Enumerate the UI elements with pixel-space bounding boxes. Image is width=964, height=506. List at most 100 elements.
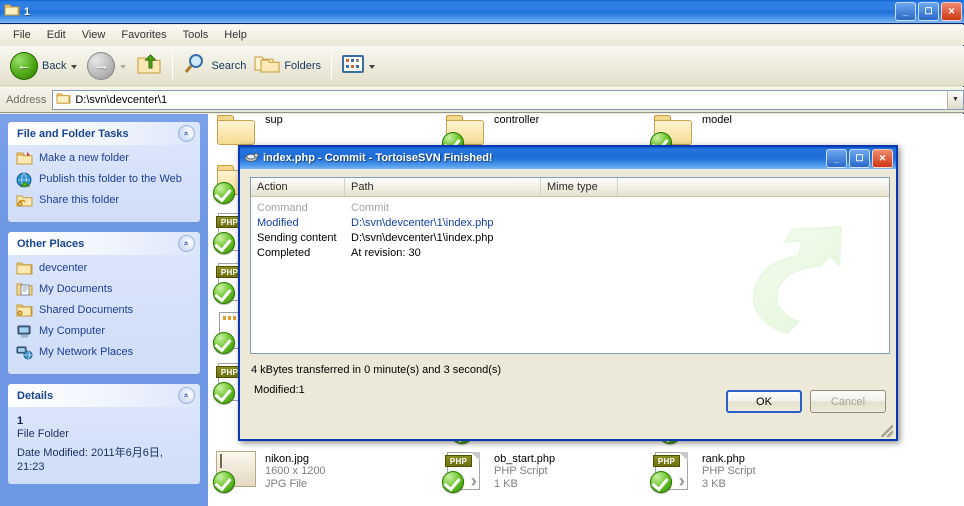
panel-details: Details « 1 File Folder Date Modified: 2… <box>8 384 200 484</box>
my-network-places-icon <box>16 345 34 361</box>
svn-modified-overlay-icon <box>213 282 235 304</box>
cell-action: Command <box>251 202 345 214</box>
back-dropdown-icon[interactable] <box>71 65 77 69</box>
panel-header[interactable]: File and Folder Tasks « <box>8 122 200 145</box>
ok-button[interactable]: OK <box>726 390 802 413</box>
dialog-minimize-button[interactable]: _ <box>826 149 847 168</box>
modified-count-text: Modified:1 <box>254 384 305 396</box>
back-button[interactable]: ← Back <box>6 50 83 82</box>
dialog-close-button[interactable]: ✕ <box>872 149 893 168</box>
tortoisesvn-icon <box>244 150 259 166</box>
sidebar-item-make-new-folder[interactable]: Make a new folder <box>16 151 192 167</box>
my-computer-icon <box>16 324 34 340</box>
column-header-path[interactable]: Path <box>345 178 541 196</box>
explorer-caption-buttons: _ ☐ ✕ <box>895 2 962 21</box>
table-row[interactable]: Sending content D:\svn\devcenter\1\index… <box>251 230 889 245</box>
views-button[interactable] <box>338 50 381 82</box>
panel-title: File and Folder Tasks <box>17 128 129 140</box>
chevron-up-icon[interactable]: « <box>178 387 195 404</box>
jpg-file-icon <box>214 449 259 491</box>
explorer-minimize-button[interactable]: _ <box>895 2 916 21</box>
table-row[interactable]: Command Commit <box>251 200 889 215</box>
sidebar-item-label: Make a new folder <box>39 151 129 165</box>
svn-modified-overlay-icon <box>213 382 235 404</box>
sidebar-item-my-computer[interactable]: My Computer <box>16 324 192 340</box>
menu-item-favorites[interactable]: Favorites <box>113 27 174 43</box>
sidebar-item-publish-to-web[interactable]: Publish this folder to the Web <box>16 172 192 188</box>
panel-body: Make a new folder Publish this folder to… <box>8 145 200 222</box>
search-button[interactable]: Search <box>179 50 250 82</box>
explorer-close-button[interactable]: ✕ <box>941 2 962 21</box>
menu-item-edit[interactable]: Edit <box>39 27 74 43</box>
table-row[interactable]: Completed At revision: 30 <box>251 245 889 260</box>
file-meta-dimensions: 1600 x 1200 <box>265 465 326 477</box>
address-input[interactable]: D:\svn\devcenter\1 <box>52 90 947 110</box>
svn-normal-overlay-icon <box>213 471 235 493</box>
folders-button[interactable]: Folders <box>250 50 325 82</box>
up-button[interactable] <box>132 50 166 82</box>
menu-item-tools[interactable]: Tools <box>175 27 217 43</box>
dialog-caption-buttons: _ ☐ ✕ <box>826 149 893 168</box>
panel-file-and-folder-tasks: File and Folder Tasks « Make a new folde… <box>8 122 200 222</box>
cell-action: Sending content <box>251 232 345 244</box>
panel-header[interactable]: Other Places « <box>8 232 200 255</box>
sidebar-item-label: Share this folder <box>39 193 119 207</box>
details-date-modified: Date Modified: 2011年6月6日, 21:23 <box>17 446 191 474</box>
file-item[interactable]: nikon.jpg 1600 x 1200 JPG File <box>214 449 326 491</box>
svn-normal-overlay-icon <box>650 471 672 493</box>
list-header: Action Path Mime type <box>251 178 889 197</box>
toolbar-separator-1 <box>172 53 173 79</box>
sidebar-item-shared-documents[interactable]: Shared Documents <box>16 303 192 319</box>
panel-body: devcenter My Documents <box>8 255 200 374</box>
forward-button[interactable]: → <box>83 50 132 82</box>
sidebar-item-share-folder[interactable]: Share this folder <box>16 193 192 209</box>
details-name: 1 <box>17 415 191 427</box>
shared-documents-icon <box>16 303 34 319</box>
sidebar-item-label: My Network Places <box>39 345 133 359</box>
back-button-label: Back <box>42 60 66 72</box>
file-item[interactable]: PHP› rank.php PHP Script 3 KB <box>651 449 756 491</box>
menu-item-file[interactable]: File <box>5 27 39 43</box>
folder-icon <box>4 3 20 20</box>
column-header-empty[interactable] <box>618 178 889 196</box>
details-type: File Folder <box>17 428 191 440</box>
cell-path: D:\svn\devcenter\1\index.php <box>345 232 645 244</box>
search-icon <box>183 53 207 78</box>
cell-path: Commit <box>345 202 645 214</box>
commit-log-list[interactable]: Action Path Mime type Command Commit Mod… <box>250 177 890 354</box>
folder-icon <box>16 261 34 277</box>
sidebar-item-devcenter[interactable]: devcenter <box>16 261 192 277</box>
dialog-maximize-button[interactable]: ☐ <box>849 149 870 168</box>
forward-arrow-icon: → <box>87 52 115 80</box>
sidebar-item-my-documents[interactable]: My Documents <box>16 282 192 298</box>
dialog-body: Action Path Mime type Command Commit Mod… <box>240 169 896 439</box>
column-header-mime-type[interactable]: Mime type <box>541 178 618 196</box>
panel-other-places: Other Places « devcenter <box>8 232 200 374</box>
panel-header[interactable]: Details « <box>8 384 200 407</box>
sidebar-item-my-network-places[interactable]: My Network Places <box>16 345 192 361</box>
sidebar: File and Folder Tasks « Make a new folde… <box>0 114 208 506</box>
cancel-button: Cancel <box>810 390 886 413</box>
explorer-titlebar: 1 _ ☐ ✕ <box>0 0 964 24</box>
my-documents-icon <box>16 282 34 298</box>
menu-item-view[interactable]: View <box>74 27 114 43</box>
details-body: 1 File Folder Date Modified: 2011年6月6日, … <box>8 407 200 484</box>
column-header-action[interactable]: Action <box>251 178 345 196</box>
publish-web-icon <box>16 172 34 188</box>
svn-modified-overlay-icon <box>213 232 235 254</box>
resize-grip[interactable] <box>881 425 893 437</box>
file-item[interactable]: PHP› ob_start.php PHP Script 1 KB <box>443 449 555 491</box>
menu-item-help[interactable]: Help <box>216 27 255 43</box>
explorer-maximize-button[interactable]: ☐ <box>918 2 939 21</box>
up-folder-icon <box>136 52 162 79</box>
file-meta-type: PHP Script <box>494 465 548 477</box>
toolbar: ← Back → <box>0 46 964 86</box>
chevron-up-icon[interactable]: « <box>178 125 195 142</box>
php-file-icon: PHP› <box>651 449 696 491</box>
views-dropdown-icon[interactable] <box>369 65 375 69</box>
address-dropdown-button[interactable]: ▼ <box>947 90 964 110</box>
table-row[interactable]: Modified D:\svn\devcenter\1\index.php <box>251 215 889 230</box>
chevron-up-icon[interactable]: « <box>178 235 195 252</box>
explorer-title: 1 <box>24 6 30 18</box>
panel-title: Other Places <box>17 238 84 250</box>
